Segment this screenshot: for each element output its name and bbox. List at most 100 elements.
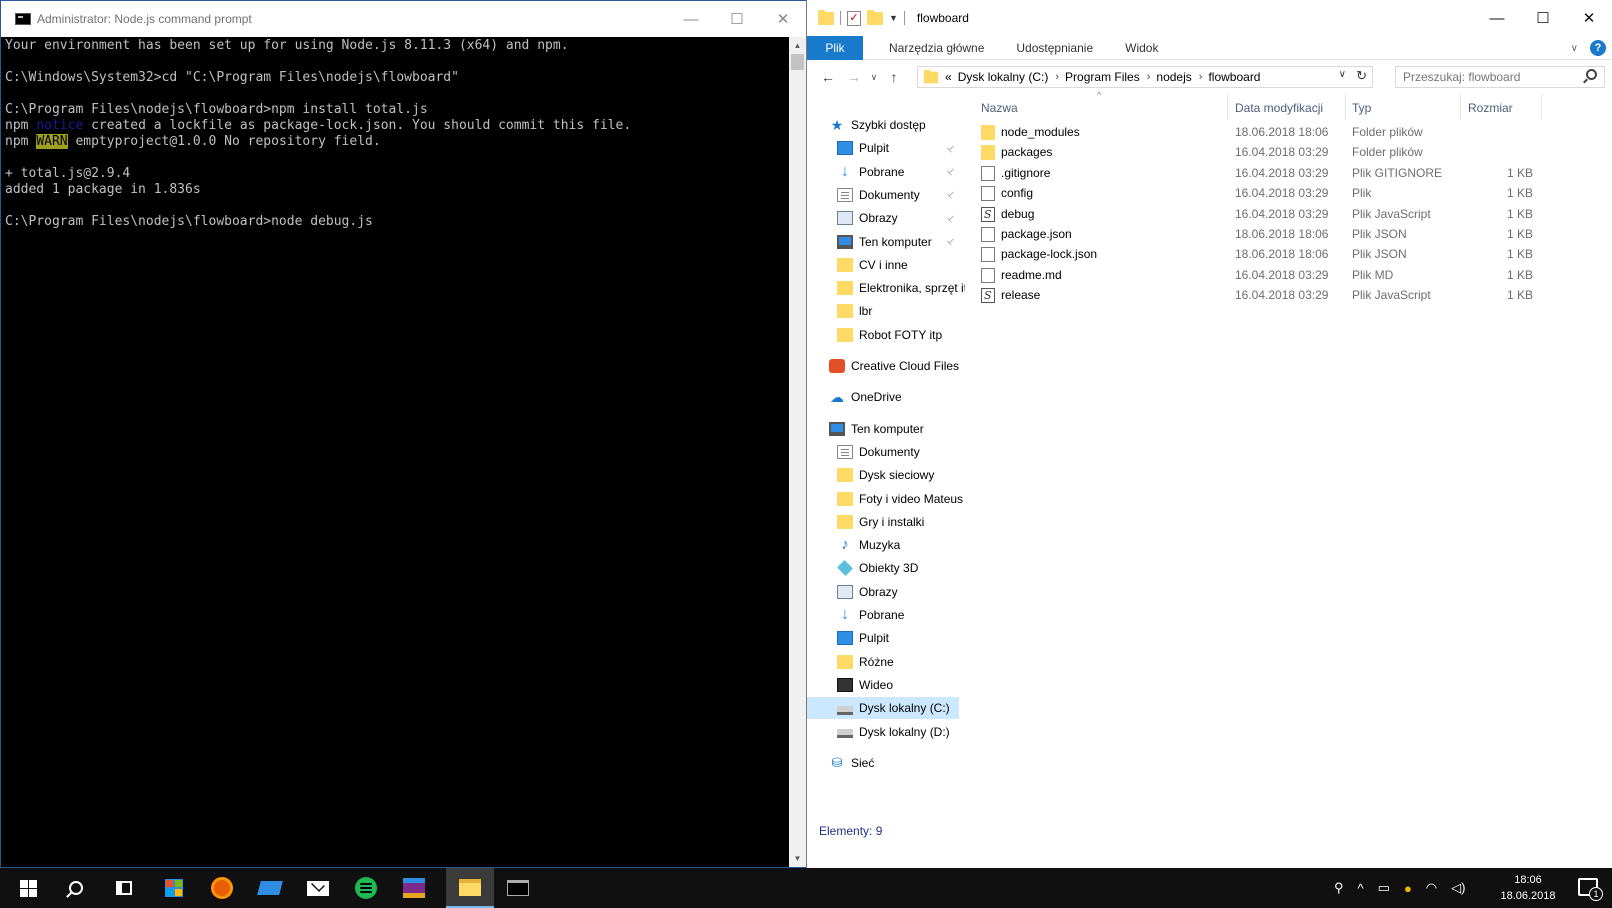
chevron-right-icon[interactable]: › <box>1199 71 1203 83</box>
nav-item-onedrive[interactable]: ☁ OneDrive <box>807 386 959 408</box>
file-row[interactable]: debug 16.04.2018 03:29 Plik JavaScript 1 KB <box>973 204 1563 224</box>
search-input[interactable] <box>1403 70 1573 84</box>
nav-item-pulpit[interactable]: Pulpit ⊥ <box>807 137 959 159</box>
mail-app[interactable] <box>294 868 342 908</box>
file-row[interactable]: package-lock.json 18.06.2018 18:06 Plik JS… <box>973 244 1563 264</box>
column-divider[interactable] <box>1227 94 1228 120</box>
nav-item-obrazy[interactable]: Obrazy ⊥ <box>807 207 959 229</box>
nav-item-obrazy[interactable]: Obrazy <box>807 581 959 603</box>
people-icon[interactable]: ⚲ <box>1334 880 1344 896</box>
chevron-down-icon[interactable]: ∨ <box>1339 69 1346 80</box>
nav-item-creative-cloud-files[interactable]: Creative Cloud Files <box>807 355 959 377</box>
pin-icon[interactable]: ⊥ <box>944 165 958 178</box>
nav-item-lbr[interactable]: lbr <box>807 300 959 322</box>
scroll-thumb[interactable] <box>791 54 804 70</box>
nav-item-sieć[interactable]: ⛁ Sieć <box>807 752 959 774</box>
expand-ribbon-icon[interactable]: ∨ <box>1571 43 1578 54</box>
nav-item-wideo[interactable]: Wideo <box>807 674 959 696</box>
winrar-app[interactable] <box>390 868 438 908</box>
forward-arrow-icon[interactable]: → <box>841 69 867 85</box>
nav-item-muzyka[interactable]: ♪ Muzyka <box>807 534 959 556</box>
pin-icon[interactable]: ⊥ <box>944 235 958 248</box>
tab-narzedzia-glowne[interactable]: Narzędzia główne <box>873 36 1000 60</box>
breadcrumb-flowboard[interactable]: flowboard <box>1208 70 1260 84</box>
battery-icon[interactable]: ▭ <box>1378 880 1390 896</box>
breadcrumb-drive-c[interactable]: Dysk lokalny (C:) <box>958 70 1049 84</box>
file-row[interactable]: node_modules 18.06.2018 18:06 Folder plikó… <box>973 122 1563 142</box>
nav-item-dokumenty[interactable]: Dokumenty <box>807 441 959 463</box>
new-folder-icon[interactable] <box>867 9 883 25</box>
tab-plik[interactable]: Plik <box>807 35 863 60</box>
file-row[interactable]: config 16.04.2018 03:29 Plik 1 KB <box>973 183 1563 203</box>
file-row[interactable]: .gitignore 16.04.2018 03:29 Plik GITIGNORE… <box>973 163 1563 183</box>
clock[interactable]: 18:06 18.06.2018 <box>1498 872 1558 904</box>
refresh-icon[interactable]: ↻ <box>1356 68 1367 84</box>
chrome-icon[interactable]: ● <box>1404 881 1412 896</box>
explorer-maximize-button[interactable]: ☐ <box>1520 0 1566 36</box>
explorer-close-button[interactable]: ✕ <box>1566 0 1612 36</box>
cmd-console[interactable]: Your environment has been set up for usi… <box>5 37 789 867</box>
pin-icon[interactable]: ⊥ <box>944 142 958 155</box>
tab-udostepnianie[interactable]: Udostępnianie <box>1000 36 1109 60</box>
scroll-down-icon[interactable]: ▼ <box>789 850 806 867</box>
search-icon[interactable] <box>1586 69 1597 80</box>
column-header-type[interactable]: Typ <box>1352 98 1371 118</box>
cmd-maximize-button[interactable]: ☐ <box>714 1 760 37</box>
properties-icon[interactable]: ✓ <box>847 10 861 26</box>
nav-item-pulpit[interactable]: Pulpit <box>807 627 959 649</box>
column-header-date[interactable]: Data modyfikacji <box>1235 98 1323 118</box>
cmd-close-button[interactable]: ✕ <box>760 1 806 37</box>
chevron-right-icon[interactable]: › <box>1055 71 1059 83</box>
cmd-app[interactable] <box>494 868 542 908</box>
store-app[interactable] <box>150 868 198 908</box>
cmd-minimize-button[interactable]: — <box>668 1 714 37</box>
nav-item-dysk-lokalny-d-[interactable]: Dysk lokalny (D:) <box>807 721 959 743</box>
nav-item-pobrane[interactable]: ↓ Pobrane <box>807 604 959 626</box>
customize-toolbar-icon[interactable]: ▼ <box>889 13 898 23</box>
nav-item-ten-komputer[interactable]: Ten komputer ⊥ <box>807 231 959 253</box>
firefox-app[interactable] <box>198 868 246 908</box>
tab-widok[interactable]: Widok <box>1109 36 1174 60</box>
explorer-minimize-button[interactable]: — <box>1474 0 1520 36</box>
column-divider[interactable] <box>1541 94 1542 120</box>
nav-item-dysk-sieciowy[interactable]: Dysk sieciowy <box>807 464 959 486</box>
breadcrumb-overflow[interactable]: « <box>945 70 952 84</box>
pin-icon[interactable]: ⊥ <box>944 212 958 225</box>
nav-item-pobrane[interactable]: ↓ Pobrane ⊥ <box>807 161 959 183</box>
file-row[interactable]: packages 16.04.2018 03:29 Folder plików <box>973 142 1563 162</box>
explorer-app[interactable] <box>446 868 494 908</box>
nav-item-foty-i-video-mateus[interactable]: Foty i video Mateus <box>807 488 963 510</box>
start-button[interactable] <box>4 868 52 908</box>
nav-item-elektronika-sprzęt-it[interactable]: Elektronika, sprzęt it <box>807 277 965 299</box>
device-app[interactable] <box>246 868 294 908</box>
chevron-right-icon[interactable]: › <box>1147 71 1151 83</box>
task-view-button[interactable] <box>100 868 148 908</box>
file-row[interactable]: package.json 18.06.2018 18:06 Plik JSON 1 K… <box>973 224 1563 244</box>
file-row[interactable]: release 16.04.2018 03:29 Plik JavaScript 1 … <box>973 285 1563 305</box>
wifi-icon[interactable]: ◠ <box>1426 880 1437 896</box>
search-button[interactable] <box>52 868 100 908</box>
nav-item-obiekty-3d[interactable]: Obiekty 3D <box>807 557 959 579</box>
up-arrow-icon[interactable]: ↑ <box>881 69 907 85</box>
address-bar[interactable]: « Dysk lokalny (C:) › Program Files › no… <box>917 66 1373 88</box>
column-header-name[interactable]: Nazwa <box>981 98 1018 118</box>
pin-icon[interactable]: ⊥ <box>944 188 958 201</box>
notification-center-icon[interactable]: 1 <box>1578 878 1603 901</box>
nav-item-dysk-lokalny-c-[interactable]: Dysk lokalny (C:) <box>807 697 959 720</box>
breadcrumb-nodejs[interactable]: nodejs <box>1156 70 1191 84</box>
scroll-up-icon[interactable]: ▲ <box>789 37 806 54</box>
nav-item-gry-i-instalki[interactable]: Gry i instalki <box>807 511 959 533</box>
back-arrow-icon[interactable]: ← <box>815 69 841 85</box>
nav-item-ten-komputer[interactable]: Ten komputer <box>807 418 959 440</box>
explorer-titlebar[interactable]: ✓ ▼ flowboard — ☐ ✕ <box>807 0 1612 36</box>
nav-item-cv-i-inne[interactable]: CV i inne <box>807 254 959 276</box>
spotify-app[interactable] <box>342 868 390 908</box>
search-box[interactable] <box>1395 66 1605 88</box>
recent-locations-icon[interactable]: ∨ <box>867 72 881 83</box>
nav-item-szybki-dostęp[interactable]: ★ Szybki dostęp <box>807 114 959 136</box>
breadcrumb-program-files[interactable]: Program Files <box>1065 70 1140 84</box>
nav-item-różne[interactable]: Różne <box>807 651 959 673</box>
volume-icon[interactable]: ◁) <box>1451 880 1465 896</box>
cmd-titlebar[interactable]: Administrator: Node.js command prompt — … <box>1 1 806 37</box>
nav-item-robot-foty-itp[interactable]: Robot FOTY itp <box>807 324 959 346</box>
